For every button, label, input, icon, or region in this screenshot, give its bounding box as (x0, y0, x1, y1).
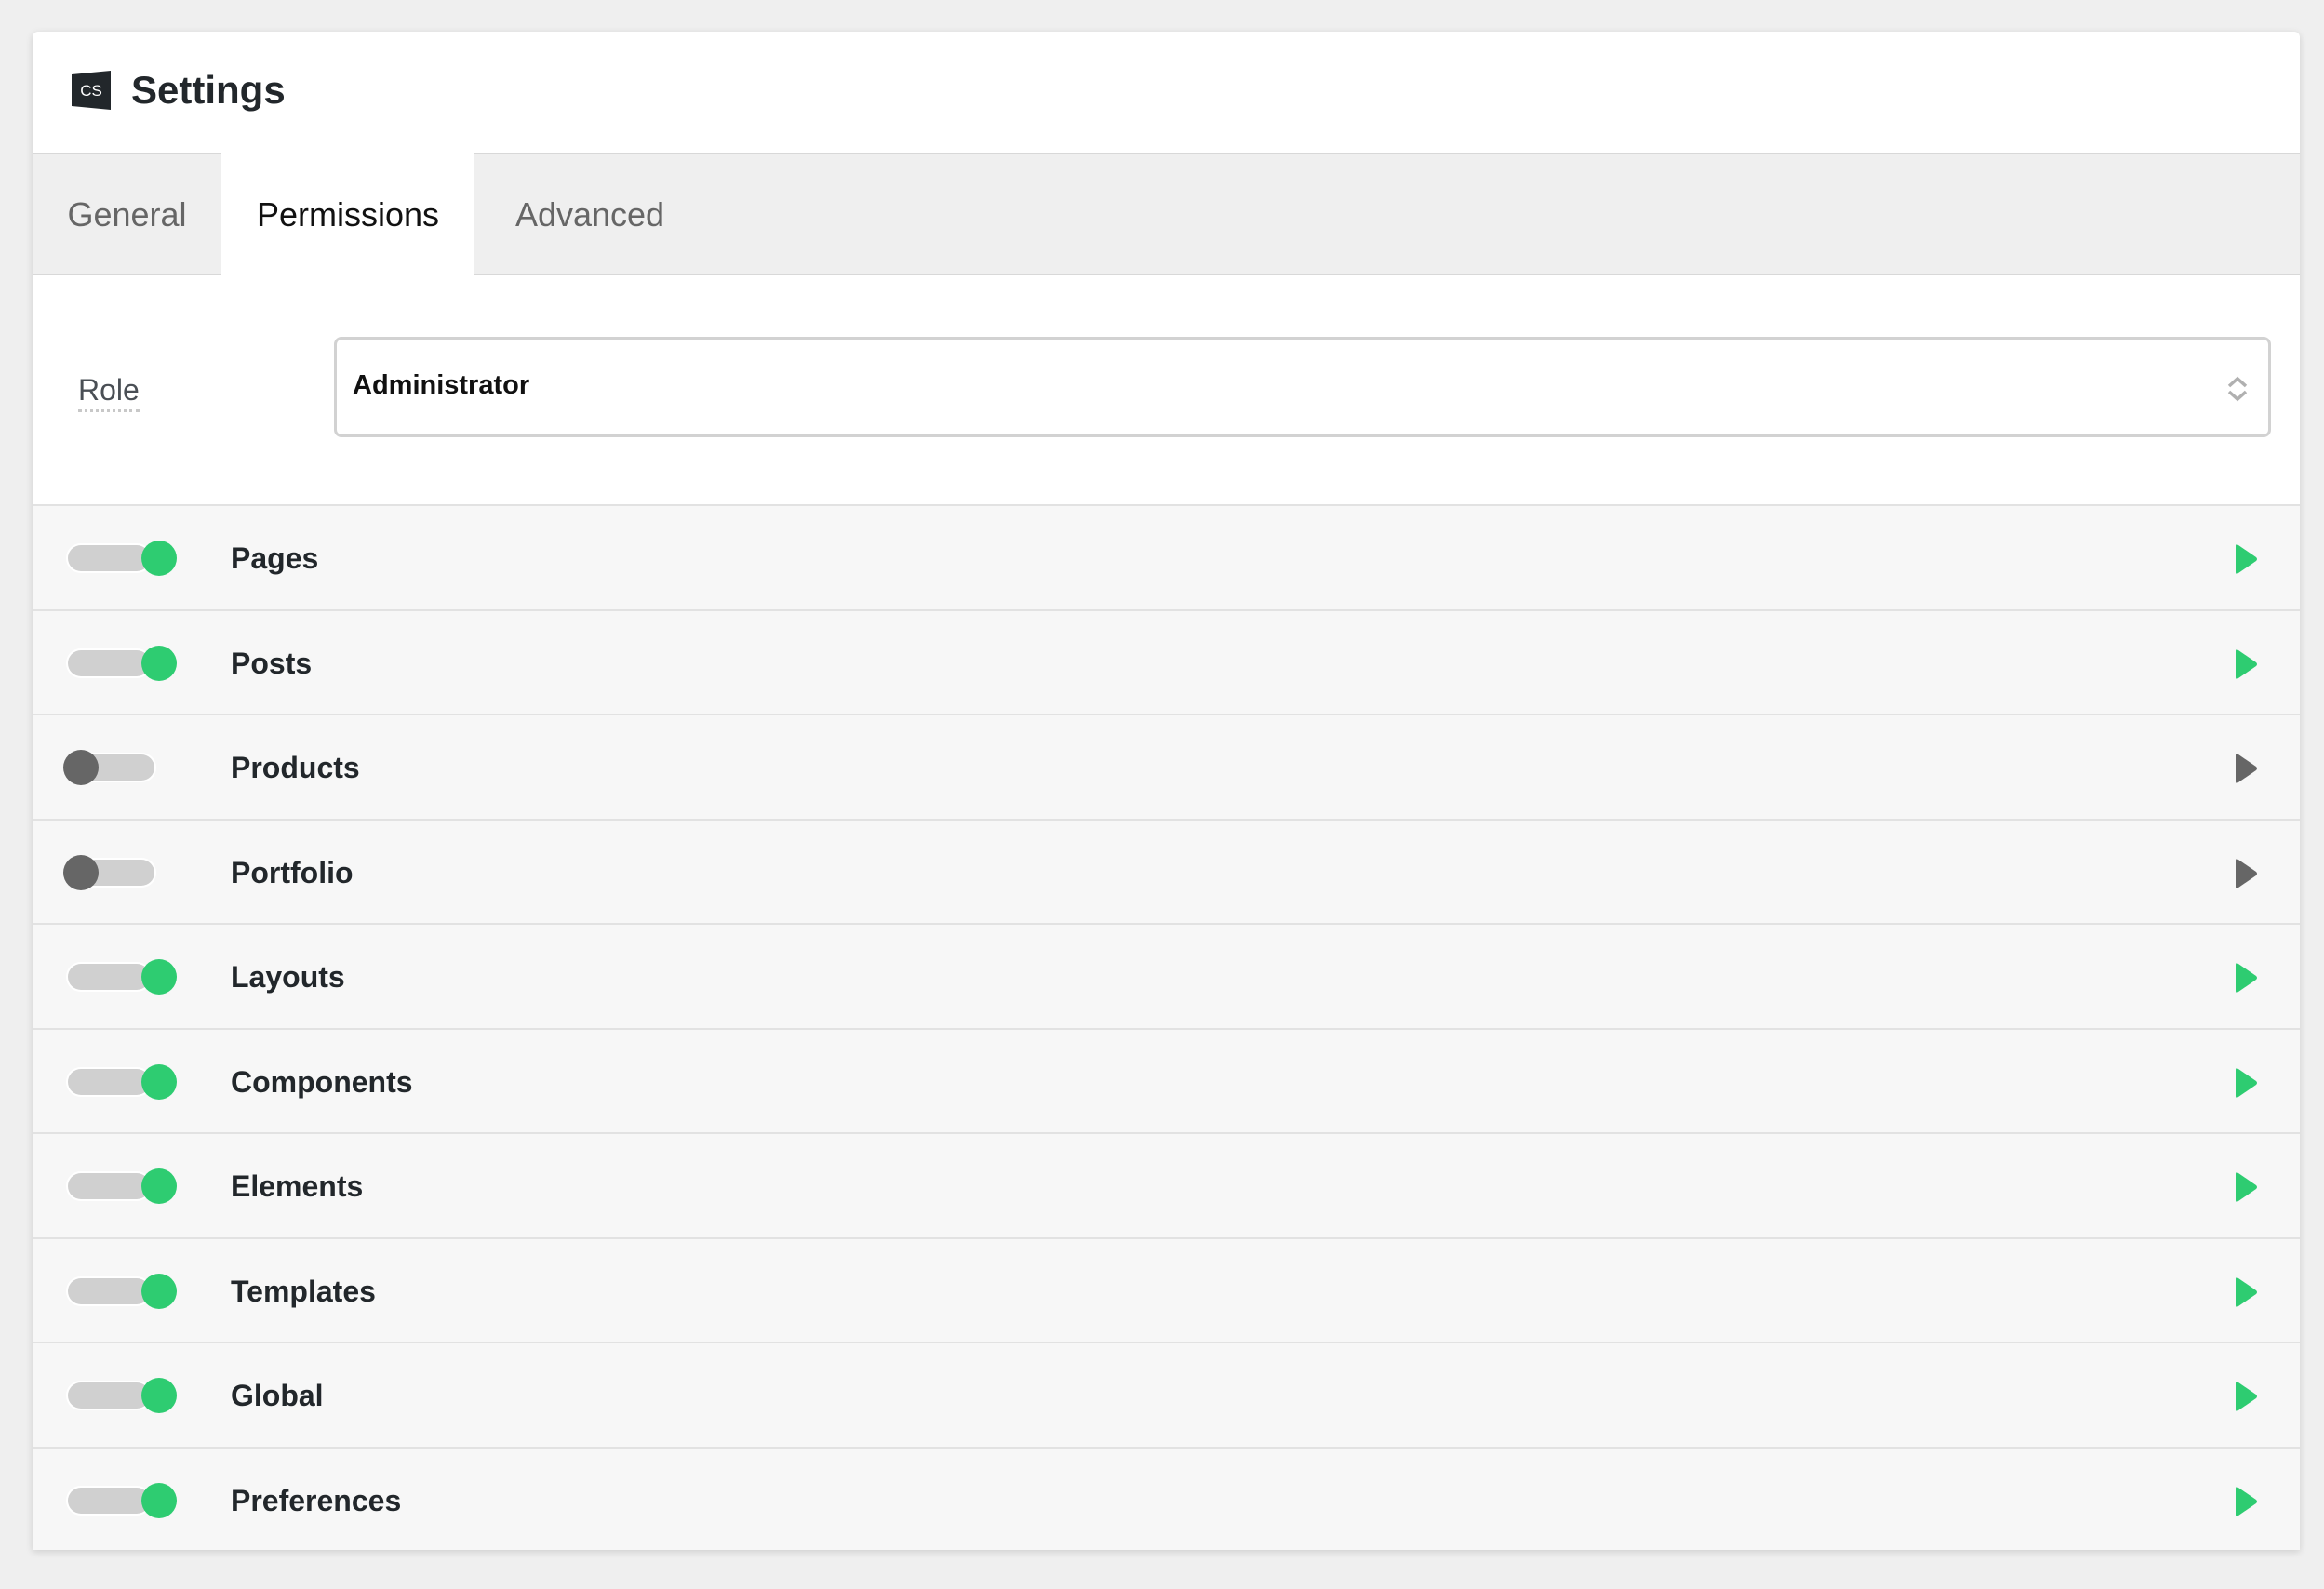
permission-row-elements[interactable]: Elements (33, 1134, 2300, 1239)
permission-toggle[interactable] (63, 645, 177, 681)
tab-bar: General Permissions Advanced (33, 153, 2300, 277)
role-label: Role (78, 372, 140, 412)
permission-toggle[interactable] (63, 541, 177, 576)
chevron-up-down-icon (2227, 376, 2248, 402)
permission-label: Products (231, 751, 360, 784)
permission-toggle[interactable] (63, 1273, 177, 1309)
settings-panel: CS Settings General Permissions Advanced… (33, 32, 2300, 1550)
permission-label: Templates (231, 1274, 376, 1308)
toggle-knob (141, 959, 177, 995)
tab-advanced[interactable]: Advanced (474, 154, 705, 275)
permission-row-products[interactable]: Products (33, 715, 2300, 821)
permission-toggle[interactable] (63, 1482, 177, 1518)
permission-label: Pages (231, 541, 319, 575)
toggle-knob (141, 1482, 177, 1518)
toggle-knob (141, 1378, 177, 1413)
toggle-knob (141, 1063, 177, 1100)
svg-text:CS: CS (80, 82, 102, 100)
expand-arrow-icon[interactable] (2234, 1276, 2258, 1308)
toggle-track (68, 1068, 150, 1095)
role-select-value: Administrator (353, 370, 530, 400)
permission-toggle[interactable] (63, 1063, 177, 1100)
permission-row-pages[interactable]: Pages (33, 506, 2300, 611)
expand-arrow-icon[interactable] (2234, 1381, 2258, 1412)
toggle-track (68, 545, 150, 571)
permission-label: Preferences (231, 1483, 402, 1517)
role-select[interactable]: Administrator (334, 337, 2271, 437)
expand-arrow-icon[interactable] (2234, 1067, 2258, 1099)
permission-label: Elements (231, 1169, 364, 1203)
permission-row-layouts[interactable]: Layouts (33, 925, 2300, 1030)
permission-toggle[interactable] (63, 1168, 177, 1204)
tab-permissions[interactable]: Permissions (221, 153, 474, 277)
toggle-knob (141, 1273, 177, 1309)
page-title: Settings (131, 68, 286, 112)
permission-label: Components (231, 1064, 413, 1099)
expand-arrow-icon[interactable] (2234, 648, 2258, 680)
permission-row-preferences[interactable]: Preferences (33, 1449, 2300, 1551)
toggle-track (68, 1277, 150, 1304)
expand-arrow-icon[interactable] (2234, 1171, 2258, 1203)
permission-row-templates[interactable]: Templates (33, 1239, 2300, 1343)
toggle-track (68, 1487, 150, 1514)
permission-row-components[interactable]: Components (33, 1030, 2300, 1134)
permission-toggle[interactable] (63, 854, 154, 890)
permission-label: Posts (231, 646, 313, 680)
toggle-knob (63, 750, 99, 785)
permission-toggle[interactable] (63, 750, 154, 785)
permission-row-global[interactable]: Global (33, 1343, 2300, 1449)
permission-label: Layouts (231, 960, 345, 994)
permissions-list: Pages Posts Products Portfolio Layouts C… (33, 506, 2300, 1550)
permission-label: Portfolio (231, 855, 354, 889)
toggle-knob (141, 1168, 177, 1204)
expand-arrow-icon[interactable] (2234, 1486, 2258, 1517)
tab-general[interactable]: General (33, 154, 221, 275)
toggle-track (68, 1382, 150, 1409)
role-field: Role Administrator (33, 275, 2300, 506)
permission-toggle[interactable] (63, 1378, 177, 1413)
permission-label: Global (231, 1379, 324, 1412)
expand-arrow-icon[interactable] (2234, 858, 2258, 889)
toggle-track (68, 649, 150, 676)
permission-row-portfolio[interactable]: Portfolio (33, 821, 2300, 925)
expand-arrow-icon[interactable] (2234, 753, 2258, 784)
permission-row-posts[interactable]: Posts (33, 611, 2300, 715)
toggle-knob (141, 541, 177, 576)
toggle-knob (63, 854, 99, 890)
expand-arrow-icon[interactable] (2234, 543, 2258, 575)
panel-header: CS Settings (33, 32, 2300, 153)
toggle-track (68, 1173, 150, 1199)
toggle-track (68, 964, 150, 990)
permission-toggle[interactable] (63, 959, 177, 995)
expand-arrow-icon[interactable] (2234, 962, 2258, 994)
toggle-knob (141, 645, 177, 681)
cs-logo-icon: CS (72, 71, 111, 110)
